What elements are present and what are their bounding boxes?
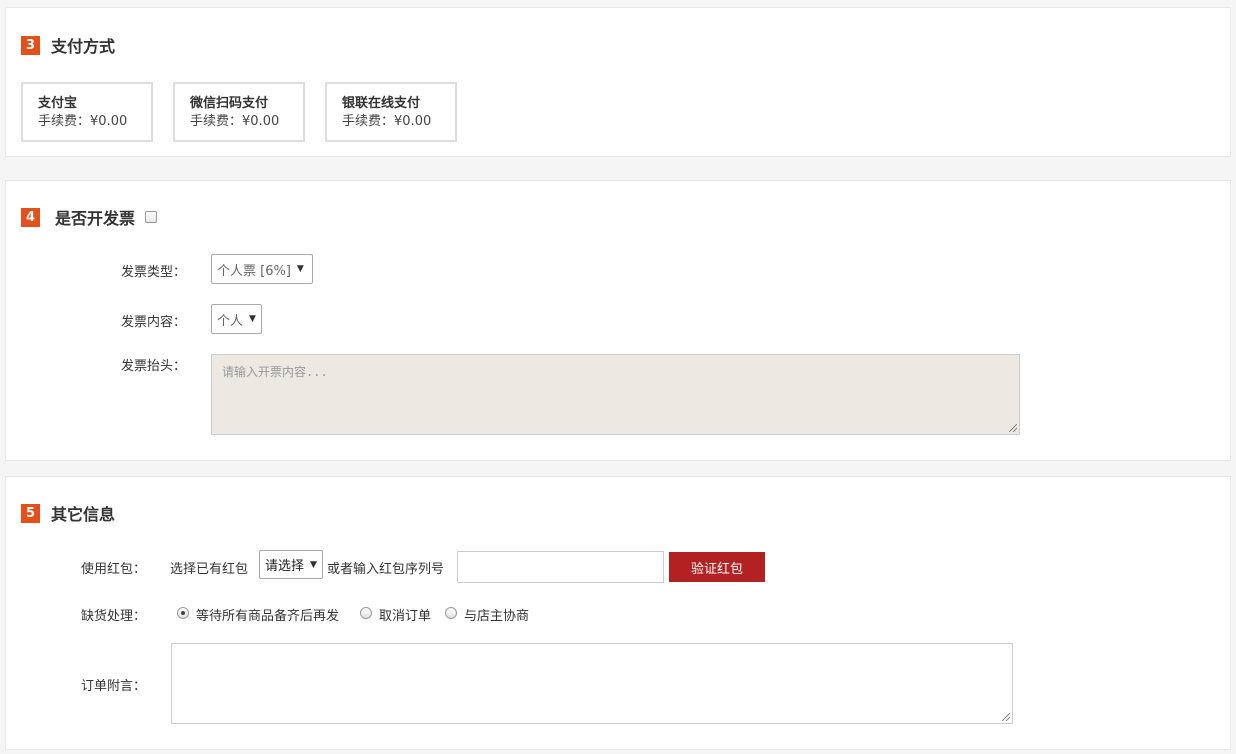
select-value: 个人 bbox=[217, 313, 244, 329]
stockout-option-negotiate: 与店主协商 bbox=[464, 609, 530, 624]
select-value: 个人票 [6%] bbox=[217, 263, 291, 279]
section-number-badge: 4 bbox=[21, 207, 40, 227]
redpacket-serial-input[interactable] bbox=[457, 551, 664, 583]
redpacket-or-text: 或者输入红包序列号 bbox=[327, 562, 445, 577]
chevron-down-icon: ▼ bbox=[310, 559, 317, 570]
select-value: 请选择 bbox=[265, 559, 305, 574]
stockout-option-cancel: 取消订单 bbox=[379, 609, 432, 624]
payment-option-name: 微信扫码支付 bbox=[190, 96, 269, 111]
verify-redpacket-button[interactable]: 验证红包 bbox=[669, 552, 765, 582]
stockout-radio-wait[interactable] bbox=[177, 607, 189, 619]
stockout-radio-negotiate[interactable] bbox=[445, 607, 457, 619]
textarea-placeholder: 请输入开票内容... bbox=[222, 365, 328, 379]
other-info-section-header: 5 其它信息 bbox=[21, 501, 115, 525]
invoice-checkbox[interactable] bbox=[145, 211, 158, 223]
payment-option-fee: 手续费：¥0.00 bbox=[342, 114, 432, 129]
payment-option-unionpay[interactable]: 银联在线支付 手续费：¥0.00 bbox=[325, 82, 457, 142]
invoice-type-select[interactable]: 个人票 [6%] ▼ bbox=[211, 254, 313, 284]
invoice-content-select[interactable]: 个人 ▼ bbox=[211, 304, 262, 334]
invoice-type-label: 发票类型： bbox=[121, 265, 187, 280]
stockout-option-wait: 等待所有商品备齐后再发 bbox=[196, 609, 340, 624]
payment-section: 3 支付方式 支付宝 手续费：¥0.00 微信扫码支付 手续费：¥0.00 银联… bbox=[5, 7, 1231, 157]
redpacket-select-prefix: 选择已有红包 bbox=[170, 562, 249, 577]
order-note-textarea[interactable] bbox=[171, 643, 1013, 724]
chevron-down-icon: ▼ bbox=[249, 314, 256, 324]
resize-grip-icon[interactable] bbox=[1009, 424, 1017, 432]
invoice-header-textarea[interactable]: 请输入开票内容... bbox=[211, 354, 1020, 435]
other-info-section: 5 其它信息 使用红包： 选择已有红包 请选择 ▼ 或者输入红包序列号 验证红包… bbox=[5, 476, 1231, 750]
resize-grip-icon[interactable] bbox=[1002, 713, 1010, 721]
section-title: 其它信息 bbox=[51, 505, 116, 524]
invoice-header-label: 发票抬头： bbox=[121, 359, 187, 374]
redpacket-select[interactable]: 请选择 ▼ bbox=[259, 550, 323, 579]
section-title: 支付方式 bbox=[51, 37, 116, 56]
payment-option-wechat[interactable]: 微信扫码支付 手续费：¥0.00 bbox=[173, 82, 305, 142]
payment-option-name: 支付宝 bbox=[38, 96, 78, 111]
redpacket-label: 使用红包： bbox=[81, 562, 147, 577]
invoice-content-label: 发票内容： bbox=[121, 315, 187, 330]
section-number-badge: 5 bbox=[21, 503, 40, 523]
section-number-badge: 3 bbox=[21, 35, 40, 55]
payment-option-name: 银联在线支付 bbox=[342, 96, 421, 111]
payment-option-fee: 手续费：¥0.00 bbox=[38, 114, 128, 129]
payment-option-alipay[interactable]: 支付宝 手续费：¥0.00 bbox=[21, 82, 153, 142]
stockout-radio-cancel[interactable] bbox=[360, 607, 372, 619]
payment-option-fee: 手续费：¥0.00 bbox=[190, 114, 280, 129]
payment-section-header: 3 支付方式 bbox=[21, 33, 115, 57]
order-note-label: 订单附言： bbox=[81, 679, 147, 694]
stockout-label: 缺货处理： bbox=[81, 609, 147, 624]
section-title: 是否开发票 bbox=[55, 209, 136, 228]
invoice-section: 4 是否开发票 发票类型： 个人票 [6%] ▼ 发票内容： 个人 ▼ 发票抬头… bbox=[5, 180, 1231, 461]
invoice-section-header: 4 是否开发票 bbox=[21, 205, 158, 229]
chevron-down-icon: ▼ bbox=[296, 264, 304, 274]
